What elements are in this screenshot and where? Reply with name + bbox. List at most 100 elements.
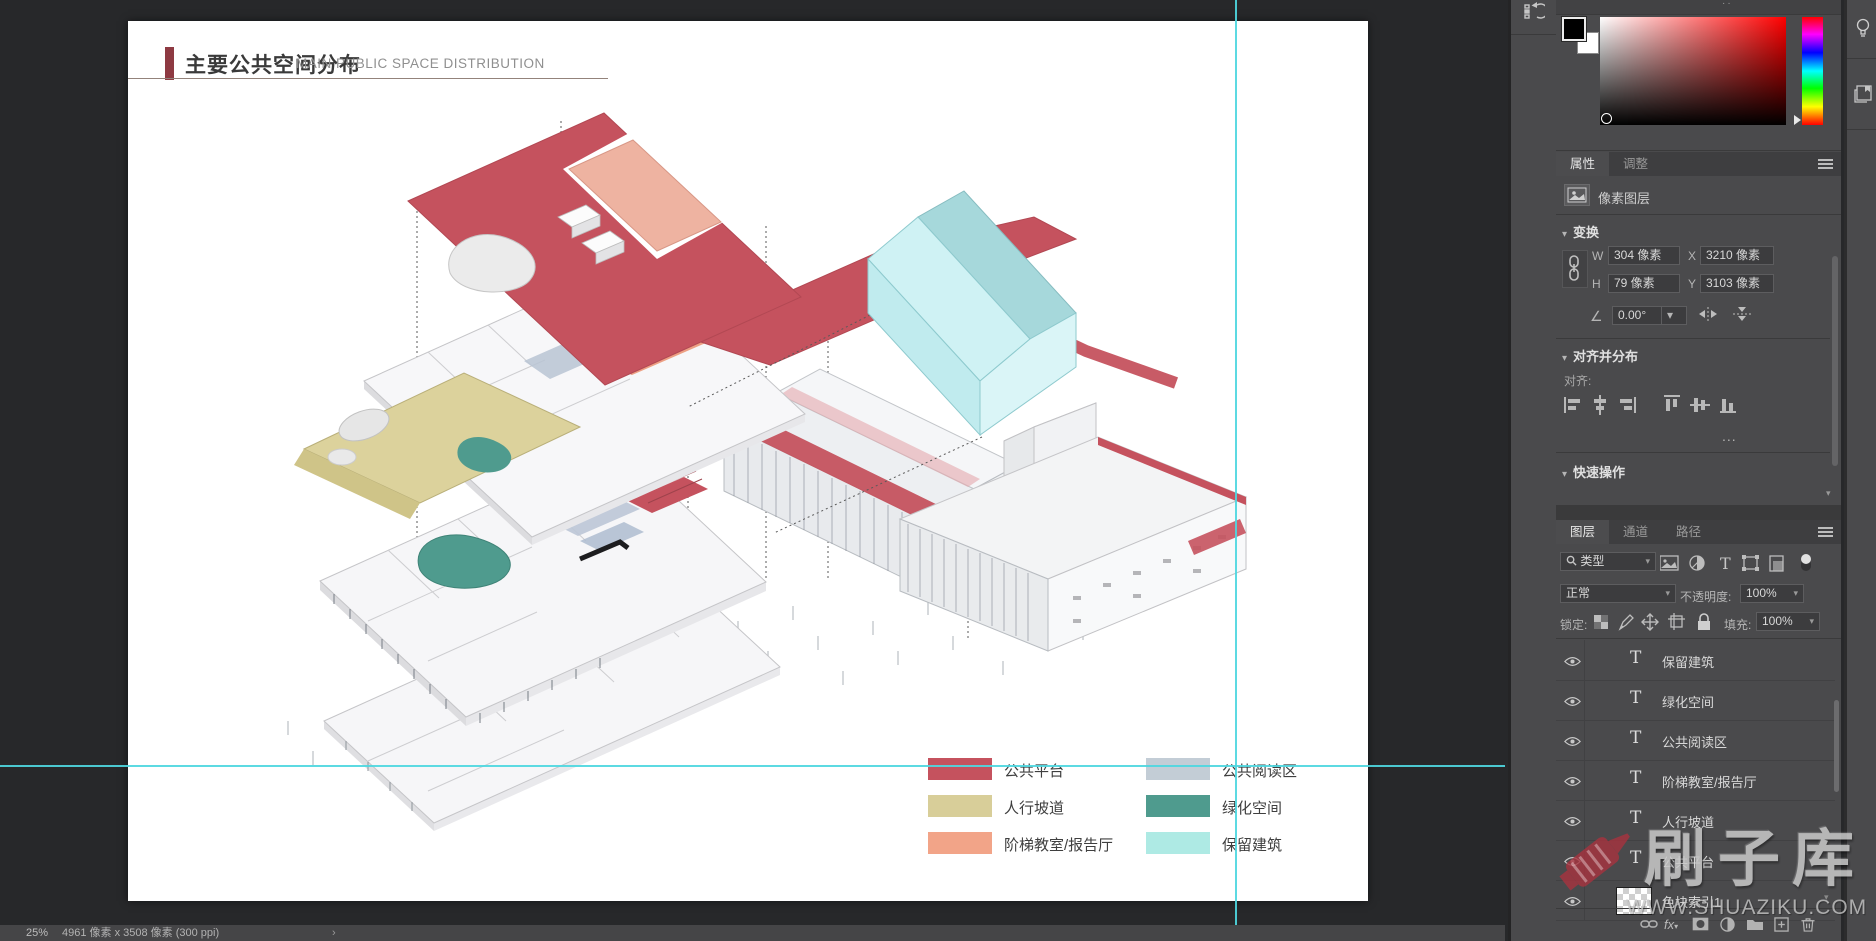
lock-pixels-icon	[1620, 615, 1633, 629]
filter-pixel-icon	[1660, 556, 1678, 570]
foreground-color-swatch[interactable]	[1562, 17, 1586, 41]
quick-actions-header[interactable]: ▾快速操作	[1556, 462, 1826, 482]
layer-row[interactable]: T公共阅读区	[1556, 720, 1835, 761]
title-underline	[128, 78, 608, 79]
color-selection-ring[interactable]	[1601, 113, 1612, 124]
y-field[interactable]: 3103 像素	[1700, 274, 1774, 293]
flip-horizontal-button[interactable]	[1698, 306, 1718, 327]
layer-row[interactable]: T 绿化空间	[1556, 680, 1835, 721]
properties-tabbar: 属性调整	[1556, 152, 1841, 176]
align-buttons	[1564, 395, 1794, 420]
height-field[interactable]: 79 像素	[1608, 274, 1680, 293]
add-mask-button[interactable]	[1692, 917, 1709, 936]
filter-smartobject-icon	[1770, 556, 1783, 571]
horizontal-guide[interactable]	[0, 765, 1505, 767]
svg-text:T: T	[1720, 554, 1731, 573]
text-layer-icon: T	[1630, 688, 1641, 708]
align-label: 对齐:	[1564, 372, 1591, 389]
title-accent-bar	[165, 47, 174, 80]
tab-paths[interactable]: 路径	[1662, 520, 1715, 544]
color-panel-tabstrip[interactable]: ··	[1556, 0, 1841, 15]
lock-transparency-icon	[1594, 615, 1608, 629]
tab-properties[interactable]: 属性	[1556, 152, 1609, 176]
foreground-background-swatches[interactable]	[1562, 17, 1602, 57]
layers-scroll-down-icon[interactable]: ▾	[1824, 892, 1829, 903]
legend-swatch	[1146, 758, 1210, 780]
layer-visibility-eye-icon[interactable]	[1564, 854, 1581, 872]
text-layer-icon: T	[1630, 768, 1641, 788]
new-layer-button[interactable]	[1774, 917, 1789, 937]
saturation-brightness-box[interactable]	[1600, 17, 1786, 125]
delete-layer-button[interactable]	[1801, 917, 1815, 937]
layer-visibility-eye-icon[interactable]	[1564, 654, 1581, 672]
new-group-button[interactable]	[1746, 917, 1764, 936]
layer-name[interactable]: 阶梯教室/报告厅	[1662, 772, 1757, 791]
align-section-header[interactable]: ▾对齐并分布	[1556, 346, 1826, 366]
align-right-icon	[1620, 397, 1636, 413]
layer-style-button[interactable]: fx▾	[1664, 917, 1678, 932]
y-label: Y	[1688, 277, 1696, 291]
fill-field[interactable]: 100%▾	[1756, 612, 1820, 631]
adjustment-layer-button[interactable]	[1720, 917, 1735, 937]
angle-field[interactable]: 0.00°	[1612, 306, 1666, 325]
transform-section-header[interactable]: ▾变换	[1556, 222, 1826, 242]
properties-menu-icon[interactable]	[1818, 159, 1833, 169]
align-middle-v-icon	[1690, 398, 1710, 412]
layers-menu-icon[interactable]	[1818, 527, 1833, 537]
hue-slider[interactable]	[1802, 17, 1823, 125]
tab-adjustments[interactable]: 调整	[1609, 152, 1662, 176]
fill-label: 填充:	[1724, 616, 1751, 633]
legend-label: 保留建筑	[1222, 834, 1282, 855]
hue-slider-marker[interactable]	[1794, 115, 1801, 125]
layer-row[interactable]: T 阶梯教室/报告厅	[1556, 760, 1835, 801]
discover-button[interactable]	[1847, 0, 1876, 59]
panel-scroll-down-icon[interactable]: ▾	[1826, 488, 1831, 499]
collapsed-dock-strip	[1508, 0, 1559, 941]
angle-dropdown[interactable]: ▾	[1661, 306, 1687, 325]
flip-vertical-button[interactable]	[1732, 306, 1752, 327]
opacity-label: 不透明度:	[1680, 588, 1731, 605]
align-more-button[interactable]: ...	[1722, 428, 1737, 444]
opacity-field[interactable]: 100%▾	[1740, 584, 1804, 603]
width-field[interactable]: 304 像素	[1608, 246, 1680, 265]
diagram-title-block: 主要公共空间分布 MAIN PUBLIC SPACE DISTRIBUTION	[128, 45, 748, 81]
properties-scrollbar[interactable]	[1832, 256, 1838, 466]
layer-name[interactable]: 公共阅读区	[1662, 732, 1727, 751]
vertical-guide[interactable]	[1235, 0, 1237, 925]
legend-label: 绿化空间	[1222, 797, 1282, 818]
layer-name[interactable]: 人行坡道	[1662, 812, 1714, 831]
lock-position-icon	[1642, 614, 1658, 630]
status-chevron-icon[interactable]: ›	[332, 925, 336, 941]
diagram-title-en: MAIN PUBLIC SPACE DISTRIBUTION	[296, 56, 545, 71]
tab-layers[interactable]: 图层	[1556, 520, 1609, 544]
layer-row[interactable]: T人行坡道	[1556, 800, 1835, 841]
link-dimensions-button[interactable]	[1562, 250, 1588, 288]
layers-scrollbar[interactable]	[1834, 700, 1839, 792]
layer-visibility-eye-icon[interactable]	[1564, 814, 1581, 832]
legend-label: 公共阅读区	[1222, 760, 1297, 781]
layer-visibility-eye-icon[interactable]	[1564, 774, 1581, 792]
filter-kind-buttons: T	[1660, 553, 1820, 578]
layer-row[interactable]: T 公共平台	[1556, 840, 1835, 881]
link-layers-button[interactable]	[1640, 917, 1658, 936]
layer-visibility-eye-icon[interactable]	[1564, 694, 1581, 712]
tab-channels[interactable]: 通道	[1609, 520, 1662, 544]
layer-name[interactable]: 绿化空间	[1662, 692, 1714, 711]
layer-name[interactable]: 公共平台	[1662, 852, 1714, 871]
align-top-icon	[1664, 395, 1680, 411]
libraries-button[interactable]	[1847, 59, 1876, 130]
layers-bottom-toolbar: fx▾	[1556, 908, 1841, 941]
x-field[interactable]: 3210 像素	[1700, 246, 1774, 265]
text-layer-icon: T	[1630, 848, 1641, 868]
blend-mode-select[interactable]: 正常▾	[1560, 584, 1676, 603]
layer-filter-select[interactable]: 类型 ▾	[1560, 552, 1656, 571]
layer-row[interactable]: T保留建筑	[1556, 640, 1835, 681]
history-panel-button[interactable]	[1511, 0, 1556, 35]
document-info: 4961 像素 x 3508 像素 (300 ppi)	[62, 925, 219, 941]
zoom-level-field[interactable]: 25%	[26, 925, 48, 941]
layer-type-label: 像素图层	[1598, 188, 1650, 207]
photoshop-window: 主要公共空间分布 MAIN PUBLIC SPACE DISTRIBUTION …	[0, 0, 1876, 941]
layer-name[interactable]: 保留建筑	[1662, 652, 1714, 671]
document-canvas[interactable]: 主要公共空间分布 MAIN PUBLIC SPACE DISTRIBUTION …	[128, 21, 1368, 901]
layer-visibility-eye-icon[interactable]	[1564, 734, 1581, 752]
